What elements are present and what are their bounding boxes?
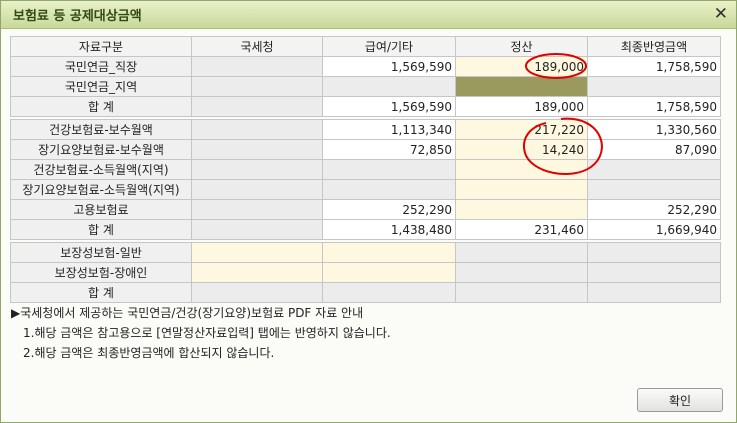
cell-nts-input[interactable] (191, 242, 323, 263)
cell-nts (191, 76, 323, 97)
header-nts: 국세청 (191, 36, 323, 57)
cell-final: 1,669,940 (587, 219, 721, 240)
table-row: 국민연금_지역 (10, 76, 721, 97)
table-row-total: 합 계 (10, 282, 721, 303)
table-row: 국민연금_직장 1,569,590 189,000 1,758,590 (10, 56, 721, 77)
title-bar: 보험료 등 공제대상금액 ✕ (1, 1, 736, 29)
header-category: 자료구분 (10, 36, 192, 57)
table-row: 건강보험료-보수월액 1,113,340 217,220 1,330,560 (10, 119, 721, 140)
cell-settlement (455, 242, 588, 263)
row-label: 국민연금_지역 (10, 76, 192, 97)
cell-settlement-input[interactable]: 217,220 (455, 119, 588, 140)
cell-salary (322, 76, 456, 97)
table-row: 장기요양보험료-보수월액 72,850 14,240 87,090 (10, 139, 721, 160)
cell-final: 1,330,560 (587, 119, 721, 140)
notice-title: ▶국세청에서 제공하는 국민연금/건강(장기요양)보험료 PDF 자료 안내 (11, 306, 364, 320)
table-row: 보장성보험-일반 (10, 242, 721, 263)
cell-salary: 252,290 (322, 199, 456, 220)
row-label: 합 계 (10, 219, 192, 240)
row-label: 합 계 (10, 282, 192, 303)
cell-final: 87,090 (587, 139, 721, 160)
row-label: 장기요양보험료-보수월액 (10, 139, 192, 160)
cell-nts (191, 56, 323, 77)
cell-salary-input[interactable] (322, 242, 456, 263)
cell-settlement-input[interactable] (455, 159, 588, 180)
cell-nts (191, 159, 323, 180)
deduction-table: 자료구분 국세청 급여/기타 정산 최종반영금액 국민연금_직장 1,569,5… (10, 36, 721, 303)
cell-salary-input[interactable] (322, 262, 456, 283)
dialog-title: 보험료 등 공제대상금액 (13, 9, 142, 24)
cell-final (587, 76, 721, 97)
cell-final: 1,758,590 (587, 96, 721, 117)
row-label: 국민연금_직장 (10, 56, 192, 77)
cell-nts (191, 96, 323, 117)
cell-final: 252,290 (587, 199, 721, 220)
header-salary: 급여/기타 (322, 36, 456, 57)
confirm-button[interactable]: 확인 (637, 388, 723, 412)
cell-salary: 1,569,590 (322, 56, 456, 77)
row-label: 장기요양보험료-소득월액(지역) (10, 179, 192, 200)
row-label: 건강보험료-소득월액(지역) (10, 159, 192, 180)
cell-salary (322, 179, 456, 200)
dialog-window: 보험료 등 공제대상금액 ✕ 자료구분 국세청 급여/기타 정산 최종반영금액 … (0, 0, 737, 423)
cell-final (587, 179, 721, 200)
cell-settlement: 231,460 (455, 219, 588, 240)
notice-line-2: 2.해당 금액은 최종반영금액에 합산되지 않습니다. (23, 346, 275, 360)
header-final: 최종반영금액 (587, 36, 721, 57)
cell-final (587, 282, 721, 303)
cell-settlement-selected[interactable] (455, 76, 588, 97)
row-label: 건강보험료-보수월액 (10, 119, 192, 140)
table-row: 보장성보험-장애인 (10, 262, 721, 283)
pdf-notice: ▶국세청에서 제공하는 국민연금/건강(장기요양)보험료 PDF 자료 안내 1… (11, 303, 391, 363)
cell-settlement-input[interactable] (455, 199, 588, 220)
cell-nts (191, 282, 323, 303)
cell-nts (191, 179, 323, 200)
cell-settlement-input[interactable] (455, 179, 588, 200)
table-row-total: 합 계 1,569,590 189,000 1,758,590 (10, 96, 721, 117)
cell-settlement-input[interactable]: 189,000 (455, 56, 588, 77)
cell-final: 1,758,590 (587, 56, 721, 77)
cell-salary (322, 159, 456, 180)
table-row: 장기요양보험료-소득월액(지역) (10, 179, 721, 200)
table-row: 고용보험료 252,290 252,290 (10, 199, 721, 220)
cell-salary: 1,113,340 (322, 119, 456, 140)
cell-nts (191, 199, 323, 220)
table-row-total: 합 계 1,438,480 231,460 1,669,940 (10, 219, 721, 240)
row-label: 합 계 (10, 96, 192, 117)
cell-final (587, 242, 721, 263)
cell-final (587, 262, 721, 283)
row-label: 보장성보험-장애인 (10, 262, 192, 283)
cell-settlement (455, 262, 588, 283)
header-settlement: 정산 (455, 36, 588, 57)
row-label: 고용보험료 (10, 199, 192, 220)
cell-nts (191, 219, 323, 240)
cell-settlement-input[interactable]: 14,240 (455, 139, 588, 160)
cell-salary: 1,438,480 (322, 219, 456, 240)
cell-nts (191, 119, 323, 140)
notice-line-1: 1.해당 금액은 참고용으로 [연말정산자료입력] 탭에는 반영하지 않습니다. (23, 326, 391, 340)
cell-salary: 1,569,590 (322, 96, 456, 117)
cell-settlement (455, 282, 588, 303)
table-row: 건강보험료-소득월액(지역) (10, 159, 721, 180)
row-label: 보장성보험-일반 (10, 242, 192, 263)
cell-settlement: 189,000 (455, 96, 588, 117)
table-header-row: 자료구분 국세청 급여/기타 정산 최종반영금액 (10, 36, 721, 57)
cell-nts-input[interactable] (191, 262, 323, 283)
cell-nts (191, 139, 323, 160)
cell-salary (322, 282, 456, 303)
close-icon[interactable]: ✕ (714, 6, 728, 23)
cell-salary: 72,850 (322, 139, 456, 160)
cell-final (587, 159, 721, 180)
